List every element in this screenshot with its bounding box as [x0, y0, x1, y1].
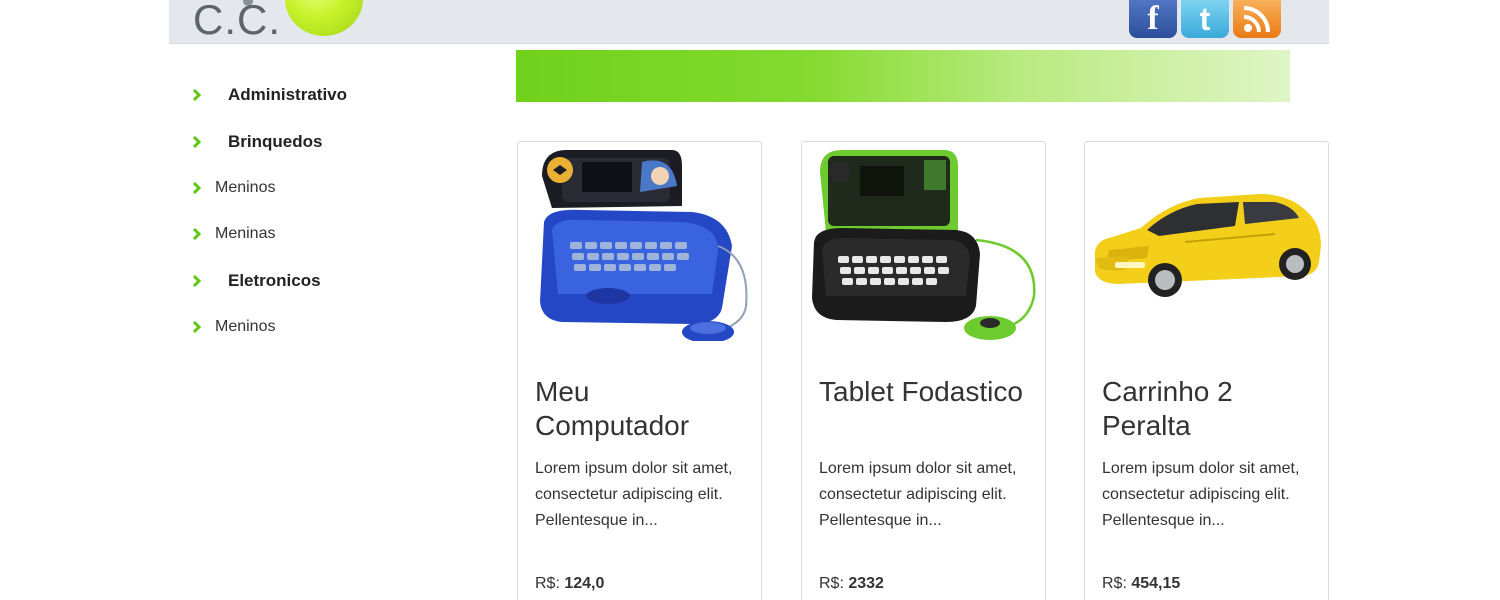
green-banner: [516, 50, 1290, 102]
sidebar-item-label: Eletronicos: [228, 270, 321, 290]
price-value: 454,15: [1131, 575, 1181, 592]
price-label: R$:: [535, 575, 565, 592]
sidebar-item-label: Brinquedos: [228, 131, 323, 151]
facebook-icon[interactable]: f: [1129, 0, 1177, 38]
chevron-right-icon: [190, 181, 204, 195]
price-label: R$:: [819, 575, 849, 592]
chevron-right-icon: [190, 274, 204, 288]
product-title[interactable]: Carrinho 2 Peralta: [1102, 375, 1317, 443]
product-image-yellow-car[interactable]: [1089, 146, 1324, 341]
category-sidebar: Administrativo Brinquedos Meninos Menina…: [190, 72, 470, 350]
product-price: R$: 454,15: [1102, 575, 1180, 593]
chevron-right-icon: [190, 88, 204, 102]
product-title[interactable]: Tablet Fodastico: [819, 375, 1034, 409]
sidebar-item-meninas[interactable]: Meninas: [190, 211, 470, 257]
price-value: 124,0: [564, 575, 605, 592]
sidebar-item-eletronicos[interactable]: Eletronicos: [190, 258, 470, 304]
rss-icon[interactable]: [1233, 0, 1281, 38]
twitter-glyph: t: [1199, 1, 1211, 37]
sidebar-item-meninos[interactable]: Meninos: [190, 165, 470, 211]
facebook-glyph: f: [1147, 0, 1159, 37]
product-image-blue-laptop[interactable]: [522, 146, 757, 341]
chevron-right-icon: [190, 320, 204, 334]
product-price: R$: 124,0: [535, 575, 604, 593]
chevron-right-icon: [190, 227, 204, 241]
sidebar-item-label: Meninas: [215, 225, 276, 243]
sidebar-item-administrativo[interactable]: Administrativo: [190, 72, 470, 118]
product-card[interactable]: Tablet Fodastico Lorem ipsum dolor sit a…: [801, 141, 1046, 600]
rss-glyph: [1243, 6, 1270, 33]
product-description: Lorem ipsum dolor sit amet, consectetur …: [535, 460, 733, 529]
sidebar-item-label: Administrativo: [228, 85, 348, 105]
twitter-icon[interactable]: t: [1181, 0, 1229, 38]
sidebar-item-label: Meninos: [215, 178, 276, 196]
chevron-right-icon: [190, 135, 204, 149]
price-label: R$:: [1102, 575, 1132, 592]
product-description: Lorem ipsum dolor sit amet, consectetur …: [1102, 460, 1300, 529]
product-price: R$: 2332: [819, 575, 884, 593]
logo-ball-icon: [285, 0, 363, 36]
product-card[interactable]: Carrinho 2 Peralta Lorem ipsum dolor sit…: [1084, 141, 1329, 600]
site-header: C.C. f t: [169, 0, 1329, 44]
price-value: 2332: [848, 575, 884, 592]
product-card[interactable]: Meu Computador Lorem ipsum dolor sit ame…: [517, 141, 762, 600]
site-logo-text[interactable]: C.C.: [193, 0, 281, 41]
sidebar-item-brinquedos[interactable]: Brinquedos: [190, 118, 470, 164]
sidebar-item-label: Meninos: [215, 318, 276, 336]
product-title[interactable]: Meu Computador: [535, 375, 750, 443]
sidebar-item-meninos-eletronicos[interactable]: Meninos: [190, 304, 470, 350]
product-description: Lorem ipsum dolor sit amet, consectetur …: [819, 460, 1017, 529]
product-image-green-laptop[interactable]: [806, 146, 1041, 341]
